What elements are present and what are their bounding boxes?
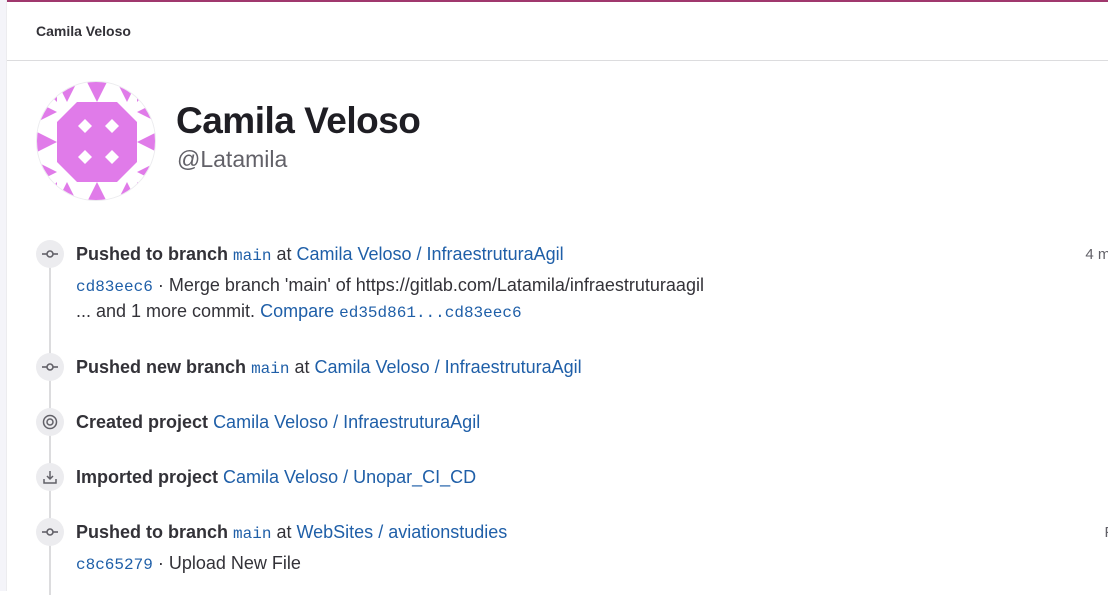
- commit-line: cd83eec6 · Merge branch 'main' of https:…: [76, 275, 704, 296]
- event-title: Pushed new branch main at Camila Veloso …: [76, 357, 582, 378]
- breadcrumb-current[interactable]: Camila Veloso: [36, 23, 131, 39]
- more-commits-text: ... and 1 more commit.: [76, 301, 256, 321]
- profile-username: @Latamila: [177, 146, 288, 172]
- commit-icon: [36, 518, 64, 546]
- commit-icon: [36, 353, 64, 381]
- event-title: Created project Camila Veloso / Infraest…: [76, 412, 480, 433]
- event-title: Pushed to branch main at Camila Veloso /…: [76, 244, 564, 265]
- profile-name: Camila Veloso: [176, 100, 421, 141]
- event-action: Pushed to branch: [76, 522, 229, 542]
- commit-message: · Upload New File: [157, 553, 301, 573]
- import-icon: [36, 463, 64, 491]
- event-action: Pushed to branch: [76, 244, 229, 264]
- commit-icon: [36, 240, 64, 268]
- commit-line: c8c65279 · Upload New File: [76, 553, 301, 574]
- project-link[interactable]: WebSites / aviationstudies: [296, 522, 507, 542]
- branch-link[interactable]: main: [233, 525, 271, 543]
- left-sidebar-rail: [0, 0, 7, 591]
- branch-link[interactable]: main: [233, 247, 271, 265]
- commit-sha-link[interactable]: c8c65279: [76, 556, 153, 574]
- project-link[interactable]: Camila Veloso / InfraestruturaAgil: [296, 244, 563, 264]
- project-icon: [36, 408, 64, 436]
- compare-link[interactable]: Compare: [260, 301, 334, 321]
- project-link[interactable]: Camila Veloso / InfraestruturaAgil: [213, 412, 480, 432]
- event-preposition: at: [294, 357, 310, 377]
- event-preposition: at: [276, 244, 292, 264]
- branch-link[interactable]: main: [251, 360, 289, 378]
- project-link[interactable]: Camila Veloso / Unopar_CI_CD: [223, 467, 476, 487]
- avatar[interactable]: [36, 81, 156, 201]
- identicon-image: [37, 82, 155, 200]
- project-link[interactable]: Camila Veloso / InfraestruturaAgil: [315, 357, 582, 377]
- commit-sha-link[interactable]: cd83eec6: [76, 278, 153, 296]
- breadcrumb-bar: Camila Veloso: [7, 2, 1108, 61]
- more-commits-line: ... and 1 more commit. Compare ed35d861.…: [76, 301, 522, 322]
- event-title: Pushed to branch main at WebSites / avia…: [76, 522, 507, 543]
- event-action: Created project: [76, 412, 209, 432]
- event-preposition: at: [276, 522, 292, 542]
- event-action: Pushed new branch: [76, 357, 247, 377]
- commit-message: · Merge branch 'main' of https://gitlab.…: [157, 275, 704, 295]
- compare-range-link[interactable]: ed35d861...cd83eec6: [339, 304, 521, 322]
- event-action: Imported project: [76, 467, 219, 487]
- event-title: Imported project Camila Veloso / Unopar_…: [76, 467, 476, 488]
